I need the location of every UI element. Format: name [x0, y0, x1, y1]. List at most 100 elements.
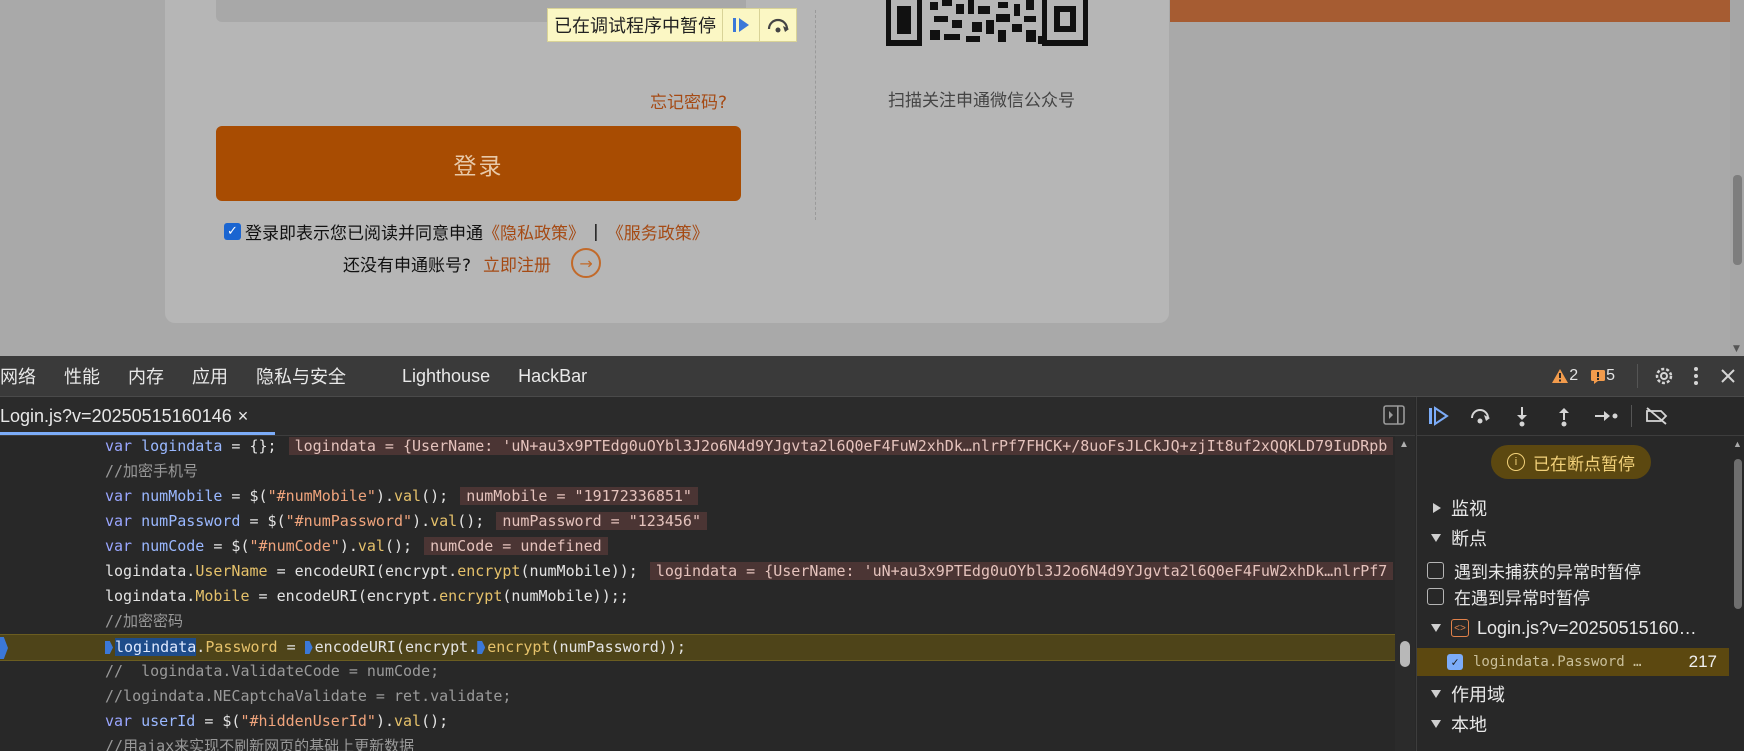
policy-separator: |	[593, 221, 599, 242]
collapse-triangle-icon	[1431, 624, 1441, 632]
warnings-count: 2	[1569, 367, 1579, 384]
code-token: //logindata.NECaptchaValidate = ret.vali…	[105, 687, 512, 705]
section-scope[interactable]: 作用域	[1417, 679, 1729, 709]
close-tab-icon[interactable]: ×	[238, 406, 249, 427]
toggle-sidebar-icon[interactable]	[1383, 405, 1405, 430]
settings-gear-icon[interactable]	[1648, 365, 1680, 387]
scroll-up-icon[interactable]: ▲	[1733, 439, 1742, 449]
qr-caption: 扫描关注申通微信公众号	[888, 91, 1075, 111]
pause-caught-checkbox[interactable]	[1427, 587, 1444, 605]
step-position-icon	[304, 641, 313, 654]
code-text: var numCode = $("#numCode").val(); numCod…	[105, 534, 608, 559]
warnings-badge[interactable]: 2	[1551, 367, 1578, 385]
step-out-icon[interactable]	[1543, 397, 1585, 435]
file-tab-label: Login.js?v=20250515160146	[0, 405, 232, 426]
code-token: ).	[375, 712, 394, 730]
step-over-icon[interactable]	[759, 9, 796, 41]
scroll-down-icon[interactable]: ▼	[1733, 344, 1740, 354]
collapse-triangle-icon	[1431, 690, 1441, 698]
service-policy-link[interactable]: 《服务政策》	[607, 219, 709, 244]
code-line[interactable]: //加密手机号	[0, 459, 1395, 484]
file-code-icon: <>	[1451, 619, 1469, 637]
page-scrollbar[interactable]: ▼	[1730, 0, 1744, 356]
inline-value-preview: logindata = {UserName: 'uN+au3x9PTEdg0uO…	[649, 562, 1394, 580]
breakpoint-marker-icon[interactable]	[0, 637, 8, 659]
breakpoint-item[interactable]: ✓ logindata.Password … 217	[1417, 648, 1729, 676]
page-scroll-thumb[interactable]	[1733, 175, 1742, 265]
code-line[interactable]: //加密密码	[0, 609, 1395, 634]
pause-uncaught-option[interactable]: 遇到未捕获的异常时暂停	[1427, 557, 1641, 583]
code-text: logindata.Mobile = encodeURI(encrypt.enc…	[105, 584, 629, 609]
code-line[interactable]: var numPassword = $("#numPassword").val(…	[0, 509, 1395, 534]
code-line[interactable]: //logindata.NECaptchaValidate = ret.vali…	[0, 684, 1395, 709]
code-token: // logindata.ValidateCode = numCode;	[105, 662, 440, 680]
privacy-policy-link[interactable]: 《隐私政策》	[483, 219, 585, 244]
deactivate-breakpoints-icon[interactable]	[1636, 397, 1678, 435]
code-line[interactable]: logindata.UserName = encodeURI(encrypt.e…	[0, 559, 1395, 584]
resume-icon[interactable]	[1417, 397, 1459, 435]
vertical-divider	[815, 10, 816, 220]
file-tab-login-js[interactable]: Login.js?v=20250515160146 ×	[0, 397, 248, 435]
editor-scroll-thumb[interactable]	[1400, 641, 1410, 667]
devtools-tab-bar: 网络 性能 内存 应用 隐私与安全 Lighthouse HackBar 2 5	[0, 356, 1744, 397]
login-button[interactable]: 登录	[216, 126, 741, 201]
tab-privacy-security[interactable]: 隐私与安全	[242, 363, 360, 389]
code-line[interactable]: logindata.Mobile = encodeURI(encrypt.enc…	[0, 584, 1395, 609]
agreement-row: ✓ 登录即表示您已阅读并同意申通 《隐私政策》 | 《服务政策》	[224, 219, 709, 244]
code-token: val	[430, 512, 458, 530]
step-over-icon[interactable]	[1459, 397, 1501, 435]
code-line-current[interactable]: logindata.Password = encodeURI(encrypt. e…	[0, 634, 1395, 661]
code-token: var	[105, 512, 142, 530]
step-into-icon[interactable]	[1501, 397, 1543, 435]
header-bar	[1170, 0, 1730, 22]
pause-uncaught-checkbox[interactable]	[1427, 561, 1444, 579]
tab-memory[interactable]: 内存	[114, 363, 178, 389]
step-icon[interactable]	[1585, 397, 1627, 435]
web-page: 已在调试程序中暂停 忘记密码? 登录 ✓ 登录即表示您已阅读并同意申通 《隐私政…	[0, 0, 1744, 356]
pause-caught-option[interactable]: 在遇到异常时暂停	[1427, 583, 1590, 609]
code-token: = {};	[222, 437, 277, 455]
code-token: numMobile	[141, 487, 223, 505]
resume-icon[interactable]	[722, 9, 759, 41]
code-text: //加密密码	[105, 609, 183, 634]
section-local[interactable]: 本地	[1417, 709, 1729, 739]
code-token: ();	[384, 537, 413, 555]
section-watch[interactable]: 监视	[1417, 493, 1729, 523]
code-text: var numMobile = $("#numMobile").val(); nu…	[105, 484, 698, 509]
code-token: logindata.	[105, 562, 196, 580]
code-line[interactable]: // logindata.ValidateCode = numCode;	[0, 659, 1395, 684]
sidebar-scroll-thumb[interactable]	[1734, 459, 1742, 609]
breakpoint-checkbox[interactable]: ✓	[1447, 654, 1463, 670]
errors-badge[interactable]: 5	[1590, 367, 1615, 385]
code-line[interactable]: var logindata = {}; logindata = {UserName…	[0, 436, 1395, 459]
breakpoint-file-group[interactable]: <> Login.js?v=20250515160…	[1417, 613, 1729, 643]
more-options-icon[interactable]	[1680, 366, 1712, 386]
register-link[interactable]: 立即注册	[483, 251, 551, 276]
arrow-right-icon[interactable]: →	[571, 248, 602, 278]
editor-scrollbar[interactable]: ▲	[1395, 436, 1415, 751]
code-line[interactable]: var numCode = $("#numCode").val(); numCod…	[0, 534, 1395, 559]
expand-triangle-icon	[1433, 503, 1441, 513]
code-token: encrypt	[487, 638, 551, 656]
scroll-up-icon[interactable]: ▲	[1399, 439, 1409, 450]
tab-lighthouse[interactable]: Lighthouse	[388, 366, 504, 387]
section-breakpoints[interactable]: 断点	[1417, 523, 1729, 553]
paused-status-text: 已在断点暂停	[1533, 454, 1635, 474]
code-editor[interactable]: var logindata = {}; logindata = {UserName…	[0, 436, 1415, 751]
tab-performance[interactable]: 性能	[50, 363, 114, 389]
toolbar-divider	[1637, 364, 1638, 388]
code-line[interactable]: var userId = $("#hiddenUserId").val();	[0, 709, 1395, 734]
code-line[interactable]: var numMobile = $("#numMobile").val(); nu…	[0, 484, 1395, 509]
close-devtools-icon[interactable]	[1712, 368, 1744, 384]
pause-uncaught-label: 遇到未捕获的异常时暂停	[1454, 562, 1641, 582]
code-token: var	[105, 537, 142, 555]
tab-hackbar[interactable]: HackBar	[504, 366, 601, 387]
agree-checkbox[interactable]: ✓	[224, 223, 241, 240]
forgot-password-link[interactable]: 忘记密码?	[650, 88, 727, 113]
sidebar-scrollbar[interactable]: ▲	[1731, 437, 1744, 751]
code-line[interactable]: //用ajax来实现不刷新网页的基础上更新数据	[0, 734, 1395, 751]
editor-file-tabs: Login.js?v=20250515160146 ×	[0, 397, 1415, 436]
tab-application[interactable]: 应用	[178, 363, 242, 389]
tab-network[interactable]: 网络	[0, 363, 50, 389]
code-token: (numMobile));	[520, 562, 638, 580]
